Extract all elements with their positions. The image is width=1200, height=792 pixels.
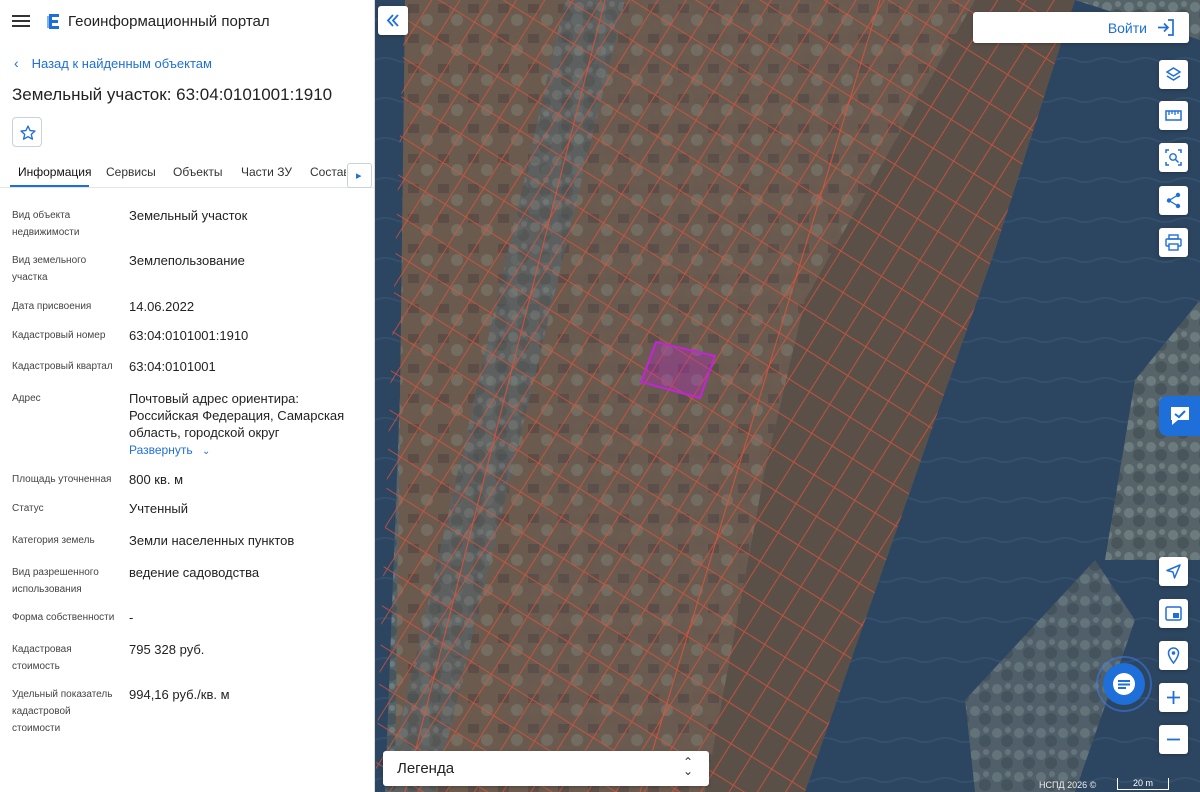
geolocation-button[interactable] [1159,641,1188,670]
satellite-imagery [375,0,1200,792]
info-value: Землепользование [129,253,245,268]
zoom-out-button[interactable] [1159,725,1188,754]
info-value: 14.06.2022 [129,299,195,314]
tab-parcel-parts[interactable]: Части ЗУ [241,165,292,179]
divider [0,187,374,188]
zoom-out-icon [1167,738,1180,741]
layers-button[interactable] [1159,60,1188,89]
layers-icon [1166,67,1181,81]
back-to-results-link[interactable]: ‹ Назад к найденным объектам [14,55,212,71]
chevron-right-icon: ▸ [356,170,362,182]
panel-header: Геоинформационный портал [0,0,374,44]
login-icon [1158,19,1174,36]
minimap-icon [1165,606,1182,621]
chevron-down-icon: ⌄ [201,446,211,457]
star-icon [20,125,36,140]
info-label: Вид разрешенного использования [12,567,99,595]
info-value: Учтенный [129,501,189,516]
info-value: Земельный участок [129,208,248,223]
info-label: Форма собственности [12,612,115,623]
page-title: Земельный участок: 63:04:0101001:1910 [12,85,333,104]
info-label: Вид земельного участка [12,255,87,283]
tab-objects[interactable]: Объекты [173,165,223,179]
zoom-in-icon [1167,691,1180,704]
tab-services[interactable]: Сервисы [106,165,156,179]
geolocation-icon [1167,647,1180,664]
print-icon [1165,234,1182,251]
feedback-button[interactable] [1159,396,1200,436]
tab-information[interactable]: Информация [18,165,91,179]
info-value: - [129,610,134,625]
app-title: Геоинформационный портал [68,13,270,30]
chat-icon [1096,656,1152,712]
info-label: Категория земель [12,535,95,546]
hamburger-icon[interactable] [12,12,30,28]
info-label: Адрес [12,393,41,404]
chat-assistant-button[interactable] [1096,656,1152,712]
info-label: Кадастровый номер [12,330,106,341]
expand-address-link[interactable]: Развернуть ⌄ [129,443,210,457]
portal-logo-icon [47,14,59,29]
zoom-in-button[interactable] [1159,683,1188,712]
tab-composition[interactable]: Состав [310,165,346,179]
minimap-button[interactable] [1159,599,1188,628]
info-value: 795 328 руб. [129,642,205,657]
collapse-panel-button[interactable] [378,6,408,35]
area-select-button[interactable] [1159,143,1188,172]
print-button[interactable] [1159,228,1188,257]
login-button[interactable]: Войти [973,12,1189,43]
share-button[interactable] [1159,186,1188,215]
info-label: Вид объекта недвижимости [12,210,80,238]
login-label: Войти [1107,20,1147,36]
info-value: 800 кв. м [129,472,184,487]
ruler-icon [1165,110,1182,121]
info-value: 63:04:0101001:1910 [129,328,249,343]
info-label: Кадастровая стоимость [12,644,72,672]
info-value: 63:04:0101001 [129,359,216,374]
chat-bubble-icon [1171,407,1189,425]
info-value: Почтовый адрес ориентира: Российская Фед… [129,391,345,440]
chevron-up-down-icon: ⌃ ⌄ [682,755,693,778]
info-value: 994,16 руб./кв. м [129,687,230,702]
back-link-label: Назад к найденным объектам [31,56,212,71]
expand-link-label: Развернуть [129,443,193,457]
area-select-icon [1165,149,1182,166]
map-attribution: НСПД 2026 © [1039,780,1097,790]
info-value: ведение садоводства [129,565,260,580]
chevron-left-icon: ‹ [14,55,19,71]
locate-button[interactable] [1159,557,1188,586]
map-view[interactable]: Войти Легенда ⌃ ⌄ НСПД 2026 © 20 m [375,0,1200,792]
share-icon [1166,192,1181,209]
double-chevron-left-icon [386,14,399,27]
tabs-scroll-right-button[interactable]: ▸ [347,163,372,188]
tab-bar: Информация Сервисы Объекты Части ЗУ Сост… [0,156,374,188]
info-label: Удельный показатель кадастровой стоимост… [12,689,113,734]
info-value: Земли населенных пунктов [129,533,295,548]
info-label: Статус [12,503,44,514]
info-label: Площадь уточненная [12,474,112,485]
locate-icon [1166,564,1181,579]
info-panel: Геоинформационный портал ‹ Назад к найде… [0,0,375,792]
info-label: Кадастровый квартал [12,361,113,372]
legend-dropdown[interactable]: Легенда ⌃ ⌄ [383,751,709,786]
info-label: Дата присвоения [12,301,92,312]
map-scale-bar: 20 m [1117,778,1169,790]
favorite-button[interactable] [12,117,42,147]
legend-label: Легенда [397,760,455,777]
measure-button[interactable] [1159,101,1188,130]
